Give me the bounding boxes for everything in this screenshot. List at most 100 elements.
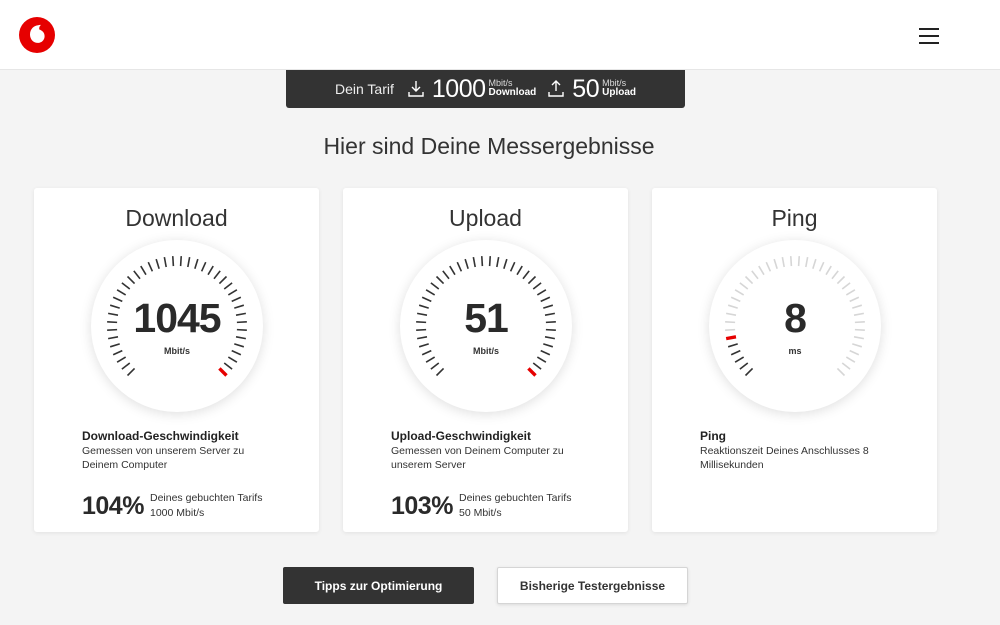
gauge-tick bbox=[425, 356, 436, 363]
gauge-tick bbox=[496, 257, 500, 268]
gauge-tick bbox=[213, 270, 221, 280]
download-percent-label: Deines gebuchten Tarifs bbox=[150, 492, 263, 504]
ping-subtitle: Ping bbox=[700, 429, 726, 443]
history-button[interactable]: Bisherige Testergebnisse bbox=[497, 567, 688, 604]
upload-description: Gemessen von Deinem Computer zu unserem … bbox=[391, 445, 564, 471]
download-description: Gemessen von unserem Server zu Deinem Co… bbox=[82, 445, 245, 471]
gauge-tick bbox=[744, 275, 754, 285]
gauge-tick bbox=[739, 362, 749, 370]
gauge-tick bbox=[187, 257, 191, 268]
gauge-tick bbox=[227, 356, 238, 363]
upload-percent-info: Deines gebuchten Tarifs 50 Mbit/s bbox=[459, 491, 571, 521]
download-card-title: Download bbox=[125, 205, 228, 231]
gauge-tick bbox=[147, 261, 154, 272]
tariff-download-value: 1000 bbox=[431, 74, 486, 103]
gauge-tick bbox=[207, 265, 214, 276]
ping-card-title: Ping bbox=[771, 205, 818, 231]
gauge-tick bbox=[223, 362, 233, 370]
gauge-tick bbox=[841, 282, 851, 290]
gauge-tick bbox=[456, 261, 463, 272]
download-gauge-unit: Mbit/s bbox=[164, 346, 190, 356]
gauge-tick bbox=[744, 367, 754, 377]
hamburger-menu-icon[interactable] bbox=[915, 25, 943, 47]
download-subtitle: Download-Geschwindigkeit bbox=[82, 429, 239, 443]
gauge-tick bbox=[200, 261, 207, 272]
ping-description: Reaktionszeit Deines Anschlusses 8 Milli… bbox=[700, 445, 869, 471]
upload-percent: 103% bbox=[391, 492, 453, 520]
gauge-tick bbox=[480, 256, 484, 267]
ping-gauge-unit: ms bbox=[788, 346, 802, 356]
gauge-tick bbox=[516, 265, 523, 276]
tips-button[interactable]: Tipps zur Optimierung bbox=[283, 567, 474, 604]
ping-gauge: 8 ms bbox=[709, 240, 881, 412]
download-gauge-value: 1045 bbox=[133, 295, 221, 341]
gauge-tick bbox=[179, 256, 183, 267]
gauge-tick bbox=[845, 289, 856, 296]
gauge-tick bbox=[789, 256, 793, 267]
page-title: Hier sind Deine Messergebnisse bbox=[323, 133, 655, 159]
gauge-tick bbox=[472, 257, 476, 268]
gauge-tick bbox=[140, 265, 147, 276]
tariff-upload-value: 50 bbox=[572, 74, 600, 103]
gauge-tick bbox=[797, 256, 801, 267]
gauge-tick bbox=[133, 270, 141, 280]
download-percent-info: Deines gebuchten Tarifs 1000 Mbit/s bbox=[150, 491, 262, 521]
gauge-tick bbox=[773, 258, 778, 269]
upload-subtitle: Upload-Geschwindigkeit bbox=[391, 429, 532, 443]
tariff-upload-direction: Upload bbox=[602, 87, 636, 99]
download-card: Download 1045 Mbit/s Download-Geschwindi… bbox=[34, 188, 319, 532]
gauge-tick bbox=[831, 270, 839, 280]
download-tariff-value: 1000 Mbit/s bbox=[150, 507, 205, 519]
gauge-tick bbox=[509, 261, 516, 272]
gauge-tick bbox=[121, 282, 131, 290]
gauge-tick bbox=[536, 356, 547, 363]
gauge-tick bbox=[126, 367, 136, 377]
gauge-tick bbox=[532, 282, 542, 290]
gauge-tick bbox=[430, 362, 440, 370]
ping-gauge-value: 8 bbox=[784, 295, 807, 341]
upload-card-title: Upload bbox=[449, 205, 522, 231]
upload-icon bbox=[548, 80, 564, 97]
gauge-tick bbox=[841, 362, 851, 370]
gauge-tick bbox=[765, 261, 772, 272]
gauge-tick bbox=[155, 258, 160, 269]
gauge-tick bbox=[536, 289, 547, 296]
gauge-tick bbox=[435, 367, 445, 377]
upload-gauge-unit: Mbit/s bbox=[473, 346, 499, 356]
gauge-tick bbox=[812, 258, 817, 269]
gauge-tick bbox=[116, 356, 127, 363]
tariff-upload: 50 Mbit/s Upload bbox=[546, 74, 636, 103]
header bbox=[0, 0, 1000, 70]
gauge-tick bbox=[522, 270, 530, 280]
gauge-tick bbox=[488, 256, 492, 267]
gauge-tick bbox=[218, 275, 228, 285]
download-icon bbox=[408, 81, 424, 97]
tariff-download-direction: Download bbox=[488, 87, 537, 99]
ping-card: Ping 8 ms Ping Reaktionszeit Deines Ansc… bbox=[652, 188, 937, 532]
gauge-tick bbox=[163, 257, 167, 268]
gauge-tick bbox=[825, 265, 832, 276]
gauge-tick bbox=[218, 367, 228, 377]
gauge-tick bbox=[171, 256, 175, 267]
gauge-tick bbox=[781, 257, 785, 268]
gauge-tick bbox=[818, 261, 825, 272]
upload-gauge: 51 Mbit/s bbox=[400, 240, 572, 412]
gauge-tick bbox=[435, 275, 445, 285]
gauge-tick bbox=[739, 282, 749, 290]
gauge-tick bbox=[836, 275, 846, 285]
gauge-tick bbox=[845, 356, 856, 363]
download-percent: 104% bbox=[82, 492, 144, 520]
gauge-tick bbox=[734, 356, 745, 363]
upload-percent-label: Deines gebuchten Tarifs bbox=[459, 492, 572, 504]
gauge-tick bbox=[227, 289, 238, 296]
vodafone-logo-icon[interactable] bbox=[19, 17, 55, 53]
gauge-tick bbox=[532, 362, 542, 370]
download-gauge: 1045 Mbit/s bbox=[91, 240, 263, 412]
gauge-tick bbox=[126, 275, 136, 285]
gauge-tick bbox=[121, 362, 131, 370]
gauge-tick bbox=[442, 270, 450, 280]
tariff-bar: Dein Tarif 1000 Mbit/s Download 50 Mbit/… bbox=[286, 70, 685, 108]
gauge-tick bbox=[464, 258, 469, 269]
gauge-tick bbox=[223, 282, 233, 290]
tariff-label: Dein Tarif bbox=[335, 81, 394, 97]
